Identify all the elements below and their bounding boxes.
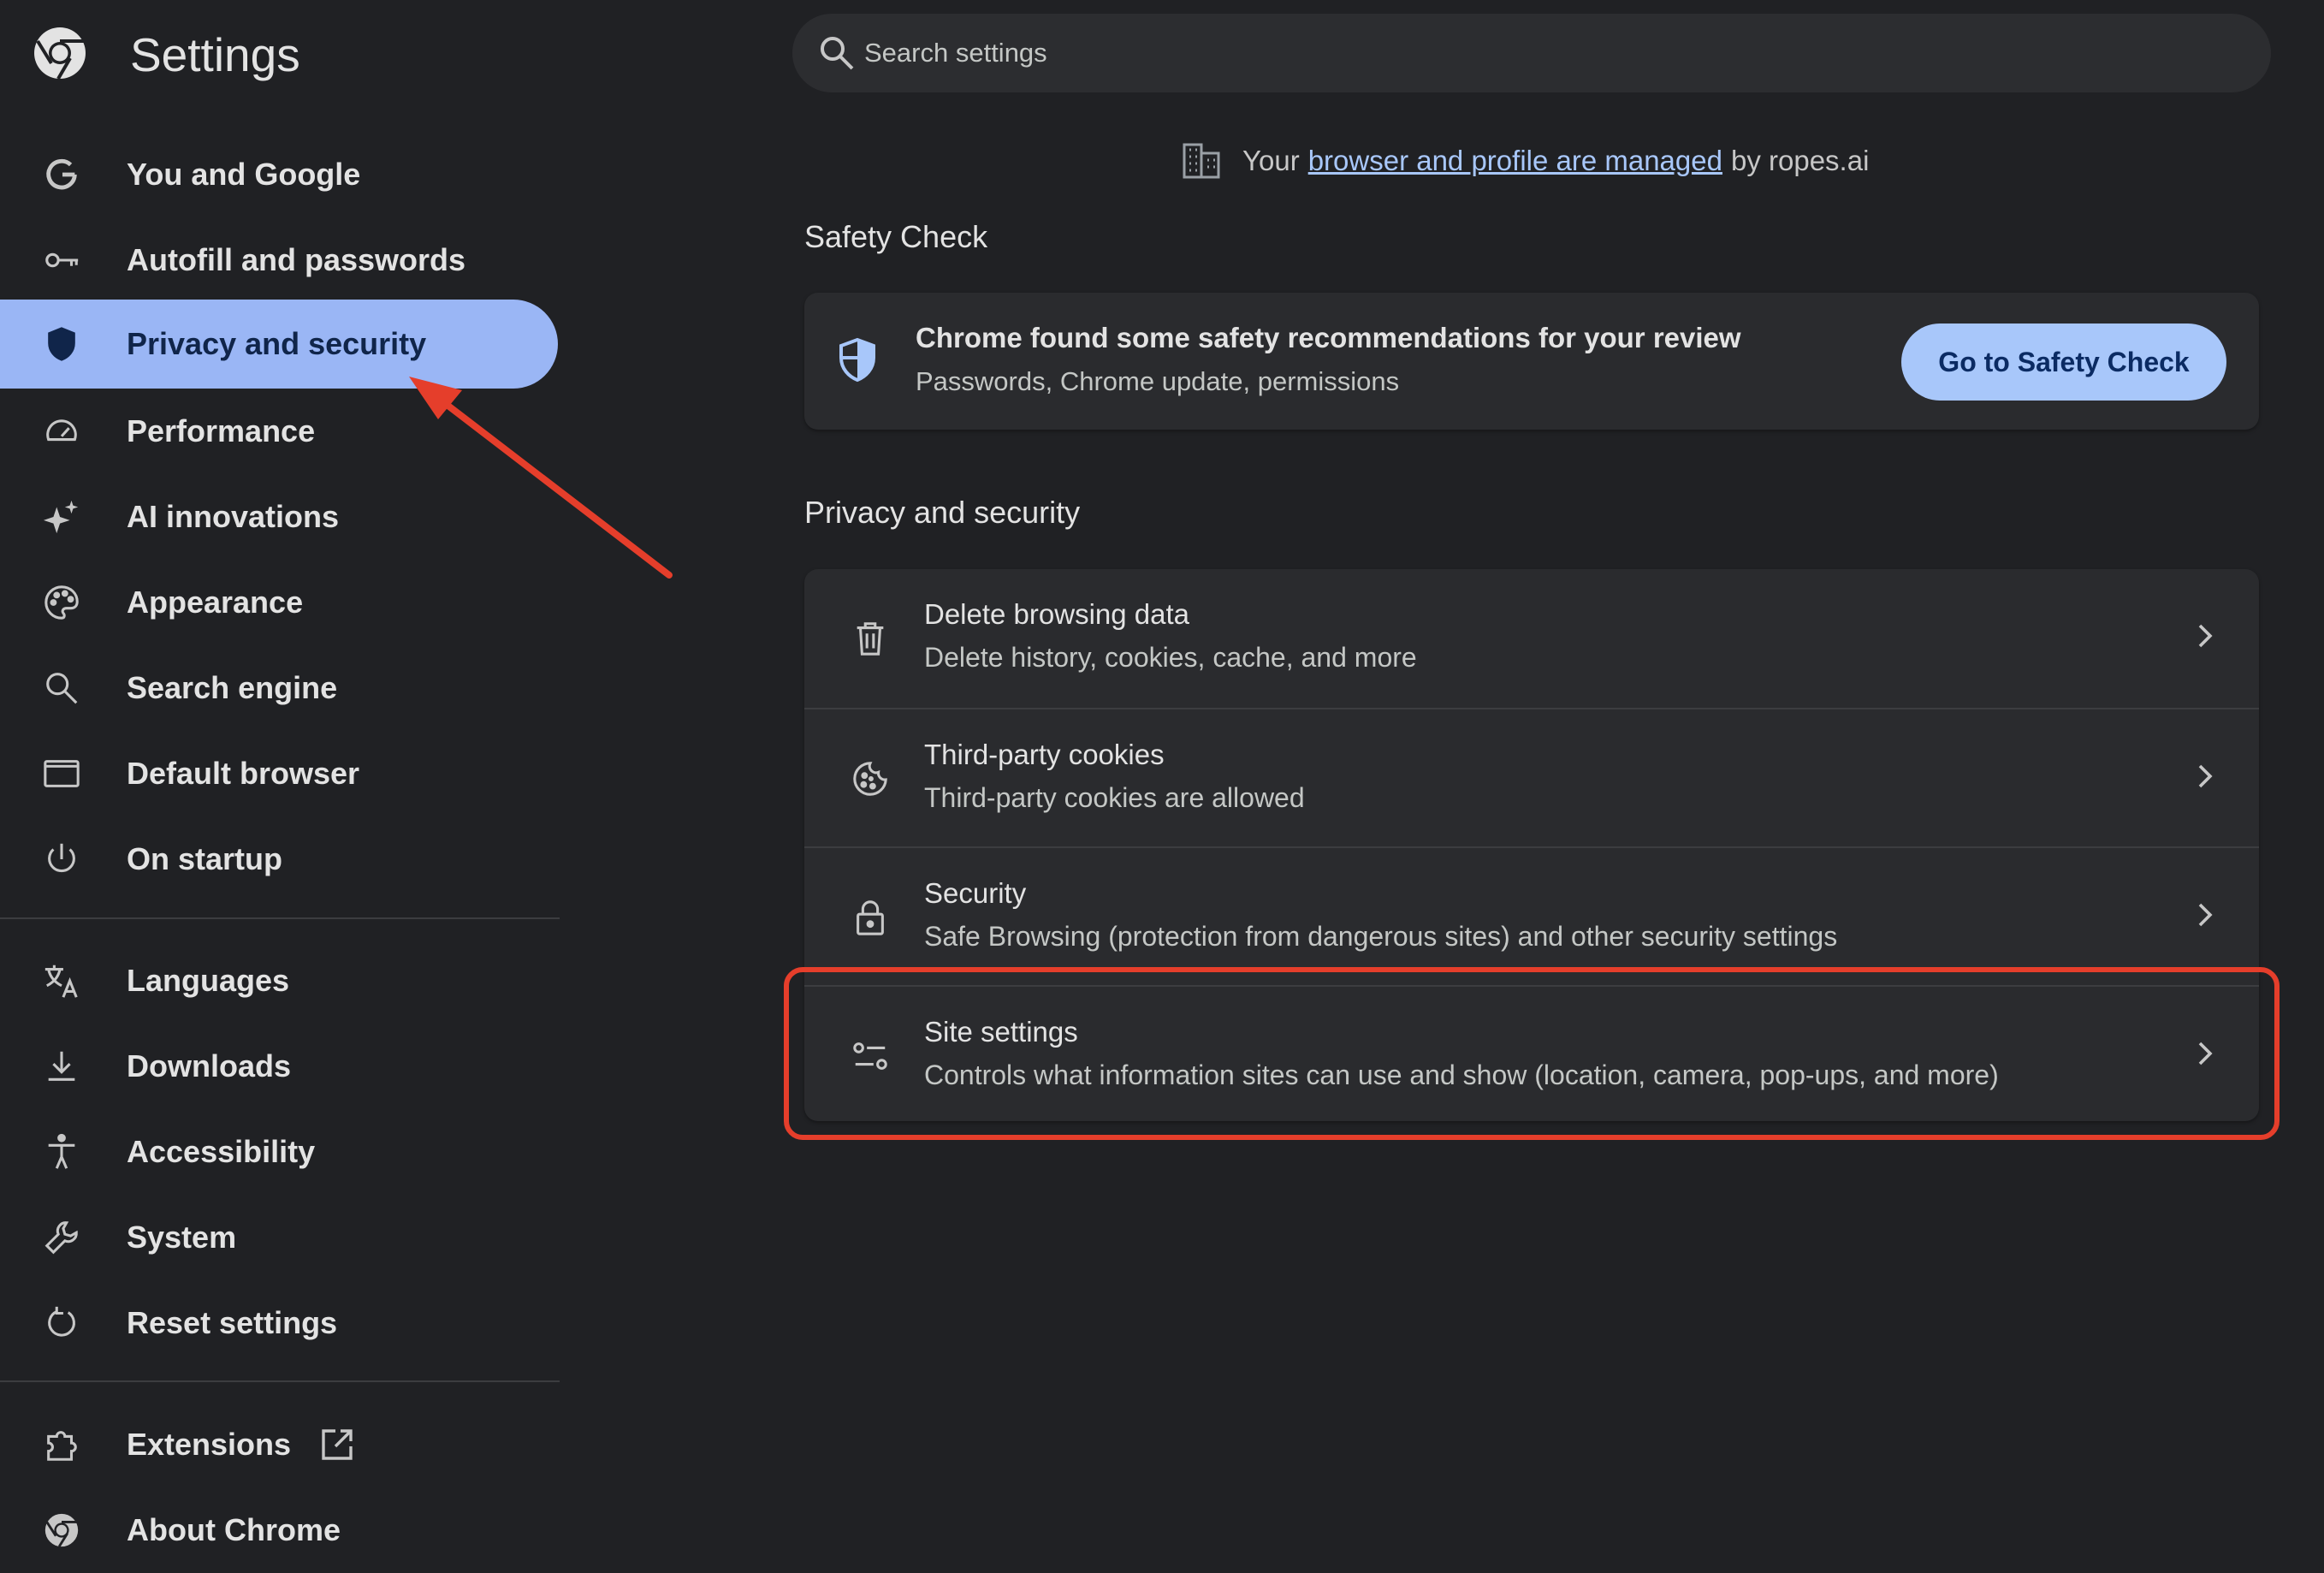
sidebar-item-accessibility[interactable]: Accessibility — [0, 1107, 558, 1196]
speedometer-icon — [39, 409, 84, 454]
download-icon — [39, 1044, 84, 1089]
sidebar-item-label: Appearance — [127, 585, 304, 620]
cookie-icon — [849, 756, 892, 802]
sidebar-item-label: Default browser — [127, 756, 360, 791]
translate-icon — [39, 959, 84, 1003]
row-title: Third-party cookies — [924, 739, 1165, 770]
power-icon — [39, 837, 84, 881]
sidebar-item-languages[interactable]: Languages — [0, 936, 558, 1025]
lock-icon — [849, 894, 892, 941]
safety-check-subtitle: Passwords, Chrome update, permissions — [916, 366, 1400, 396]
go-to-safety-check-button[interactable]: Go to Safety Check — [1901, 324, 2226, 401]
safety-check-title: Chrome found some safety recommendations… — [916, 322, 1741, 353]
sidebar-item-label: Extensions — [127, 1427, 292, 1462]
sidebar-item-extensions[interactable]: Extensions — [0, 1400, 558, 1489]
search-input[interactable] — [864, 27, 2233, 79]
row-subtitle: Controls what information sites can use … — [924, 1060, 1999, 1090]
row-delete-browsing-data[interactable]: Delete browsing data Delete history, coo… — [804, 569, 2259, 708]
sidebar-item-system[interactable]: System — [0, 1193, 558, 1282]
sidebar-item-label: About Chrome — [127, 1512, 341, 1547]
managed-link[interactable]: browser and profile are managed — [1308, 145, 1722, 177]
sidebar-item-on-startup[interactable]: On startup — [0, 815, 558, 904]
sidebar: Settings You and Google Autofill and pas… — [0, 0, 560, 1573]
chevron-right-icon — [2187, 619, 2225, 656]
search-bar[interactable] — [792, 14, 2271, 92]
row-subtitle: Third-party cookies are allowed — [924, 782, 1305, 813]
sidebar-item-performance[interactable]: Performance — [0, 387, 558, 476]
shield-icon — [39, 322, 84, 366]
sidebar-item-label: Autofill and passwords — [127, 242, 466, 277]
tune-icon — [849, 1033, 892, 1079]
safety-check-heading: Safety Check — [804, 219, 988, 254]
page-title: Settings — [130, 28, 300, 81]
privacy-card: Delete browsing data Delete history, coo… — [804, 569, 2259, 1121]
sidebar-item-reset-settings[interactable]: Reset settings — [0, 1279, 558, 1368]
sidebar-item-label: System — [127, 1220, 237, 1255]
sidebar-item-default-browser[interactable]: Default browser — [0, 729, 558, 818]
sidebar-item-label: Downloads — [127, 1048, 292, 1083]
sidebar-item-appearance[interactable]: Appearance — [0, 558, 558, 647]
chevron-right-icon — [2187, 1036, 2225, 1074]
settings-app: Settings You and Google Autofill and pas… — [0, 0, 2324, 1573]
chrome-logo-icon — [33, 26, 87, 85]
app-header: Settings — [33, 24, 300, 86]
safety-check-card: Chrome found some safety recommendations… — [804, 293, 2259, 430]
row-security[interactable]: Security Safe Browsing (protection from … — [804, 846, 2259, 985]
privacy-heading: Privacy and security — [804, 495, 1081, 530]
google-g-icon — [39, 152, 84, 197]
sidebar-item-you-and-google[interactable]: You and Google — [0, 130, 558, 219]
reset-icon — [39, 1301, 84, 1345]
chrome-logo-icon — [39, 1508, 84, 1552]
sidebar-item-ai-innovations[interactable]: AI innovations — [0, 472, 558, 561]
palette-icon — [39, 580, 84, 625]
managed-suffix: by ropes.ai — [1730, 145, 1870, 176]
sidebar-item-downloads[interactable]: Downloads — [0, 1022, 558, 1111]
accessibility-icon — [39, 1130, 84, 1174]
row-title: Delete browsing data — [924, 598, 1190, 630]
sidebar-item-about-chrome[interactable]: About Chrome — [0, 1486, 558, 1573]
trash-icon — [849, 615, 892, 662]
building-icon — [1181, 139, 1224, 182]
row-subtitle: Safe Browsing (protection from dangerous… — [924, 921, 1838, 952]
row-site-settings[interactable]: Site settings Controls what information … — [804, 985, 2259, 1124]
sidebar-item-privacy-and-security[interactable]: Privacy and security — [0, 300, 558, 389]
sidebar-item-label: Reset settings — [127, 1305, 338, 1340]
sidebar-divider — [0, 917, 560, 919]
sidebar-item-label: On startup — [127, 841, 283, 876]
search-icon — [816, 33, 857, 74]
chevron-right-icon — [2187, 759, 2225, 797]
row-title: Site settings — [924, 1016, 1078, 1048]
sidebar-item-label: Performance — [127, 413, 316, 448]
sidebar-divider — [0, 1380, 560, 1382]
sidebar-item-label: Search engine — [127, 670, 338, 705]
puzzle-icon — [39, 1422, 84, 1467]
sidebar-item-label: Privacy and security — [127, 326, 427, 361]
managed-prefix: Your — [1242, 145, 1300, 176]
sidebar-item-label: Accessibility — [127, 1134, 316, 1169]
search-icon — [39, 666, 84, 710]
row-subtitle: Delete history, cookies, cache, and more — [924, 642, 1417, 673]
sidebar-item-label: AI innovations — [127, 499, 340, 534]
row-title: Security — [924, 877, 1027, 909]
sidebar-item-label: Languages — [127, 963, 290, 998]
key-icon — [39, 238, 84, 282]
wrench-icon — [39, 1215, 84, 1260]
managed-notice: Your browser and profile are managed by … — [1181, 137, 1869, 185]
sparkle-icon — [39, 495, 84, 539]
chevron-right-icon — [2187, 898, 2225, 935]
sidebar-item-label: You and Google — [127, 157, 361, 192]
browser-window-icon — [39, 751, 84, 796]
sidebar-item-search-engine[interactable]: Search engine — [0, 644, 558, 733]
row-third-party-cookies[interactable]: Third-party cookies Third-party cookies … — [804, 708, 2259, 846]
sidebar-item-autofill[interactable]: Autofill and passwords — [0, 216, 558, 305]
shield-check-icon — [837, 337, 881, 385]
open-in-new-icon[interactable] — [318, 1426, 356, 1463]
